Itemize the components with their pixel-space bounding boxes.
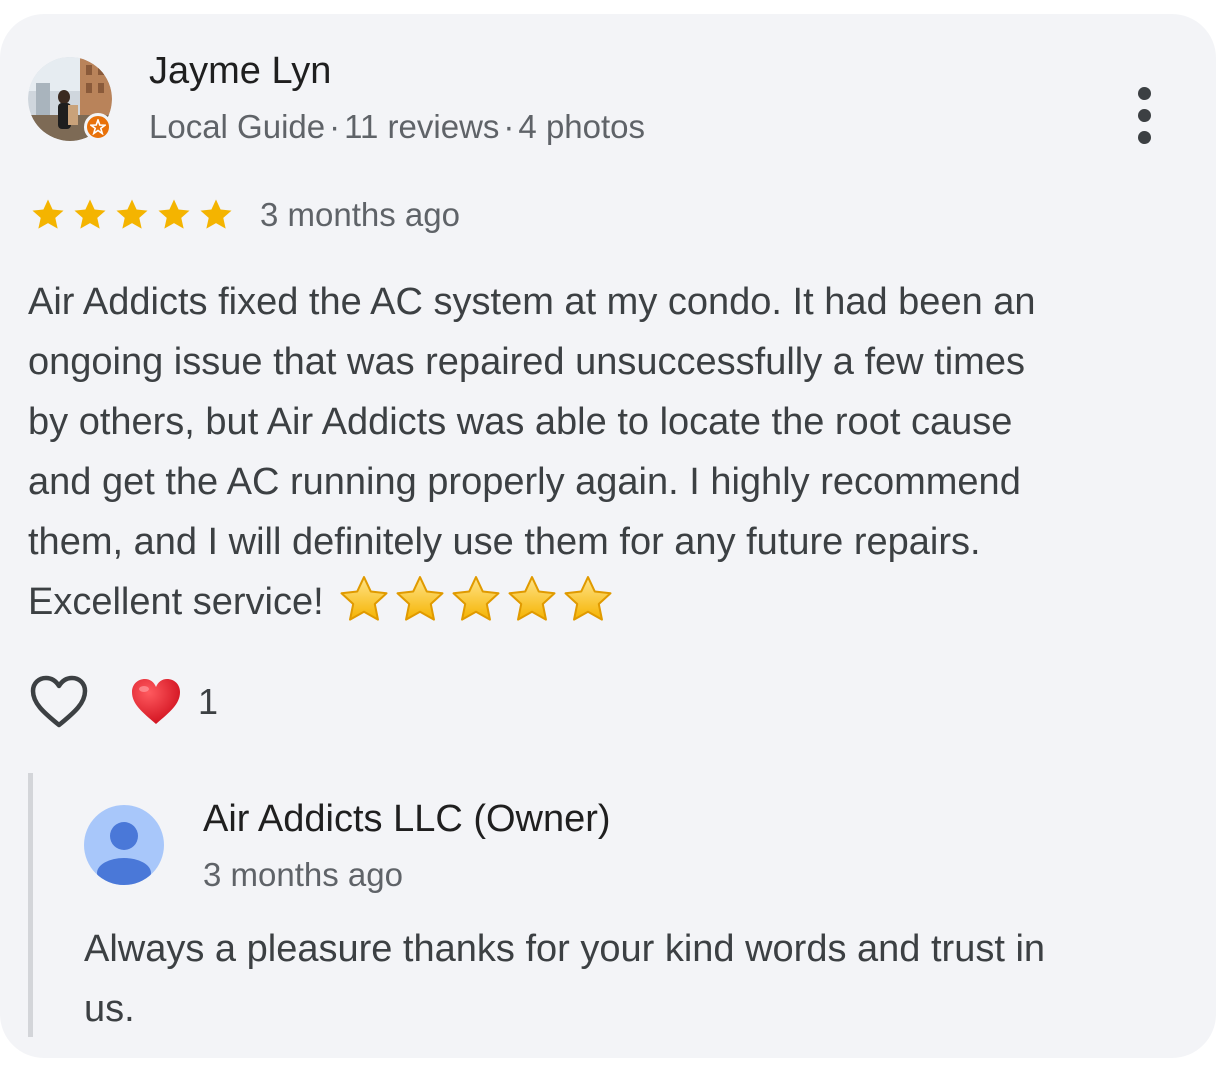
star-rating [28,196,236,234]
local-guide-badge-icon [84,113,112,141]
reviewer-avatar[interactable] [28,57,112,141]
review-text-last-line: Excellent service! ⭐⭐⭐⭐⭐ [28,572,1188,632]
more-options-button[interactable] [1124,80,1164,150]
review-actions: 1 [28,670,218,734]
review-text-line: by others, but Air Addicts was able to l… [28,401,1013,443]
review-card: Jayme Lyn Local Guide · 11 reviews · 4 photo… [0,14,1216,1058]
heart-outline-icon [30,675,88,728]
review-text-line: and get the AC running properly again. I… [28,461,1021,503]
owner-name: Air Addicts LLC (Owner) [203,798,611,840]
star-emoji-icon [340,576,388,621]
emoji-stars: ⭐⭐⭐⭐⭐ [336,573,616,627]
star-emoji-icon [508,576,556,621]
review-text-line: them, and I will definitely use them for… [28,521,981,563]
star-icon [74,199,106,229]
meta-separator: · [503,108,515,145]
star-emoji-icon [564,576,612,621]
rating-row: 3 months ago [28,194,460,236]
star-icon [200,199,232,229]
like-button[interactable] [28,671,90,733]
star-icon [32,199,64,229]
star-icon [158,199,190,229]
star-icon [116,199,148,229]
reply-divider [28,773,33,1037]
reaction-summary[interactable]: 1 [130,678,218,726]
owner-avatar [84,805,164,885]
star-emoji-icon [452,576,500,621]
star-emoji-icon [396,576,444,621]
owner-reply-date: 3 months ago [203,856,403,893]
reaction-count: 1 [198,681,219,722]
meta-separator: · [329,108,341,145]
reviewer-name[interactable]: Jayme Lyn [149,50,331,93]
reviews-count: 11 reviews [344,108,500,145]
red-heart-icon [132,679,180,724]
local-guide-label: Local Guide [149,108,326,145]
more-vert-icon [1137,86,1151,100]
owner-reply-text: Always a pleasure thanks for your kind w… [84,919,1194,1039]
person-icon [97,822,151,885]
review-date: 3 months ago [260,196,460,233]
review-text-line: ongoing issue that was repaired unsucces… [28,341,1025,383]
review-text: Air Addicts fixed the AC system at my co… [28,272,1188,632]
reply-text-line: Always a pleasure thanks for your kind w… [84,928,1046,970]
photos-count: 4 photos [518,108,646,145]
review-text-line: Excellent service! [28,581,324,623]
reviewer-meta: Local Guide · 11 reviews · 4 photos [149,108,645,146]
reply-text-line: us. [84,988,135,1030]
review-text-line: Air Addicts fixed the AC system at my co… [28,281,1036,323]
